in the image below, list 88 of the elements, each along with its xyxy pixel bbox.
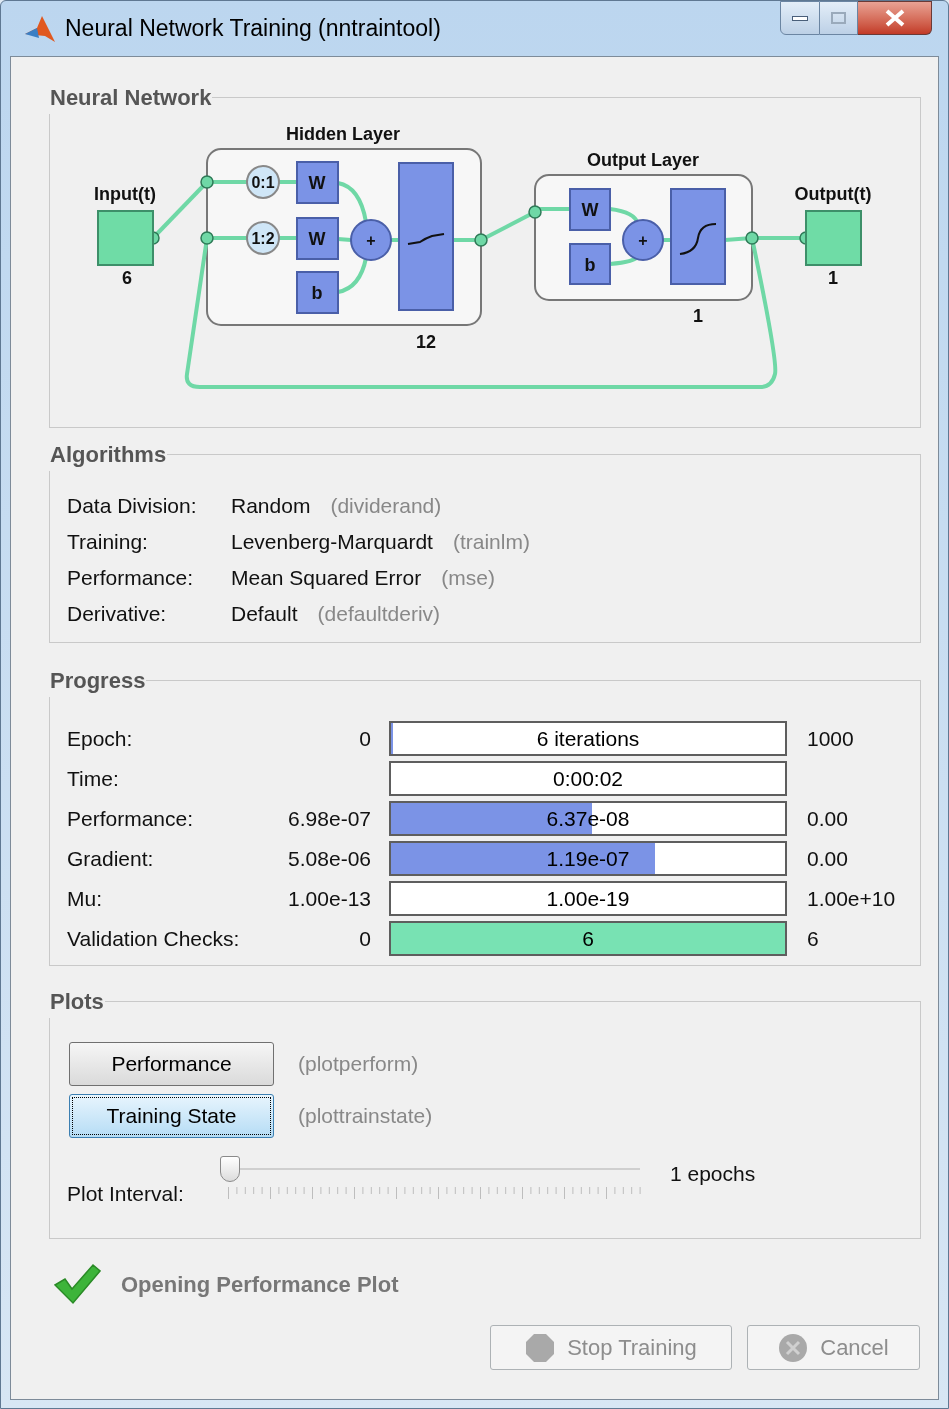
group-title: Neural Network xyxy=(49,84,213,112)
sum-symbol: + xyxy=(366,232,376,249)
progress-start-value: 1.00e-13 xyxy=(287,885,371,912)
delay-node xyxy=(246,165,280,199)
checkmark-icon xyxy=(53,1263,101,1305)
delay-label: 0:1 xyxy=(251,174,275,191)
output-node xyxy=(805,210,862,266)
progress-label: Validation Checks: xyxy=(67,925,241,952)
progress-end-value: 6 xyxy=(807,925,819,952)
algorithm-value: Mean Squared Error xyxy=(231,565,422,592)
algorithm-label: Derivative: xyxy=(67,601,168,628)
close-icon xyxy=(883,9,906,27)
algorithm-function: (mse) xyxy=(441,565,495,592)
output-size: 1 xyxy=(828,268,838,288)
hidden-layer-title: Hidden Layer xyxy=(286,124,400,144)
group-title: Plots xyxy=(49,988,105,1016)
minimize-button[interactable] xyxy=(780,1,820,35)
progress-reading: 6 xyxy=(582,926,594,951)
progress-start-value: 0 xyxy=(358,925,371,952)
connector-node xyxy=(745,231,759,245)
algorithm-value: Random xyxy=(231,493,311,520)
bias-symbol: b xyxy=(584,255,596,275)
progress-start-value: 0 xyxy=(358,725,371,752)
sum-node xyxy=(622,219,664,261)
sum-symbol: + xyxy=(638,232,648,249)
delay-node xyxy=(246,221,280,255)
algorithm-value: Default xyxy=(231,601,298,628)
status-message: Opening Performance Plot xyxy=(121,1270,399,1299)
connection-line xyxy=(337,181,368,223)
connector-node xyxy=(200,231,214,245)
connector-node xyxy=(474,233,488,247)
progress-reading: 1.19e-07 xyxy=(546,846,630,871)
bias-symbol: b xyxy=(311,283,323,303)
maximize-button[interactable] xyxy=(820,1,858,35)
input-node xyxy=(97,210,154,266)
algorithm-value: Levenberg-Marquardt xyxy=(231,529,433,556)
weight-symbol: W xyxy=(308,173,326,193)
progress-end-value: 0.00 xyxy=(807,805,848,832)
connector-node xyxy=(200,175,214,189)
cancel-icon xyxy=(778,1332,809,1363)
window-title: Neural Network Training (nntraintool) xyxy=(65,14,441,44)
slider-thumb[interactable] xyxy=(220,1156,240,1182)
stop-sign-icon xyxy=(525,1332,556,1363)
progress-start-value: 5.08e-06 xyxy=(287,845,371,872)
progress-label: Mu: xyxy=(67,885,103,912)
progress-end-value: 1.00e+10 xyxy=(807,885,896,912)
weight-block xyxy=(296,217,339,260)
algorithm-function: (defaultderiv) xyxy=(317,601,441,628)
progress-reading: 1.00e-19 xyxy=(546,886,630,911)
connector-node xyxy=(528,205,542,219)
bias-block xyxy=(296,271,339,314)
progress-end-value: 1000 xyxy=(807,725,854,752)
weight-block xyxy=(569,188,611,231)
weight-symbol: W xyxy=(581,200,599,220)
output-label: Output(t) xyxy=(794,184,872,204)
sum-node xyxy=(350,219,392,261)
progress-start-value: 6.98e-07 xyxy=(287,805,371,832)
progress-label: Performance: xyxy=(67,805,195,832)
algorithm-label: Data Division: xyxy=(67,493,198,520)
plot-function: (plotperform) xyxy=(298,1051,419,1078)
group-title: Algorithms xyxy=(49,441,168,469)
progress-label: Epoch: xyxy=(67,725,134,752)
progress-label: Time: xyxy=(67,765,120,792)
algorithm-label: Training: xyxy=(67,529,149,556)
bias-block xyxy=(569,243,611,285)
input-label: Input(t) xyxy=(94,184,156,204)
hidden-layer-size: 12 xyxy=(416,332,436,352)
plot-interval-label: Plot Interval: xyxy=(67,1181,185,1207)
output-layer-size: 1 xyxy=(693,306,703,326)
plot-button[interactable]: Training State xyxy=(69,1094,274,1138)
plot-function: (plottrainstate) xyxy=(298,1103,433,1130)
weight-symbol: W xyxy=(308,229,326,249)
algorithm-label: Performance: xyxy=(67,565,195,592)
plot-button[interactable]: Performance xyxy=(69,1042,274,1086)
progress-label: Gradient: xyxy=(67,845,155,872)
progress-reading: 0:00:02 xyxy=(552,766,624,791)
algorithm-function: (dividerand) xyxy=(330,493,442,520)
weight-block xyxy=(296,161,339,204)
delay-label: 1:2 xyxy=(251,230,275,247)
output-layer-title: Output Layer xyxy=(587,150,699,170)
algorithm-function: (trainlm) xyxy=(452,529,530,556)
connection-line xyxy=(337,257,368,294)
close-button[interactable] xyxy=(858,1,932,35)
input-size: 6 xyxy=(122,268,132,288)
plot-interval-reading: 1 epochs xyxy=(670,1161,756,1187)
group-title: Progress xyxy=(49,667,147,695)
progress-reading: 6 iterations xyxy=(536,726,640,751)
progress-end-value: 0.00 xyxy=(807,845,848,872)
